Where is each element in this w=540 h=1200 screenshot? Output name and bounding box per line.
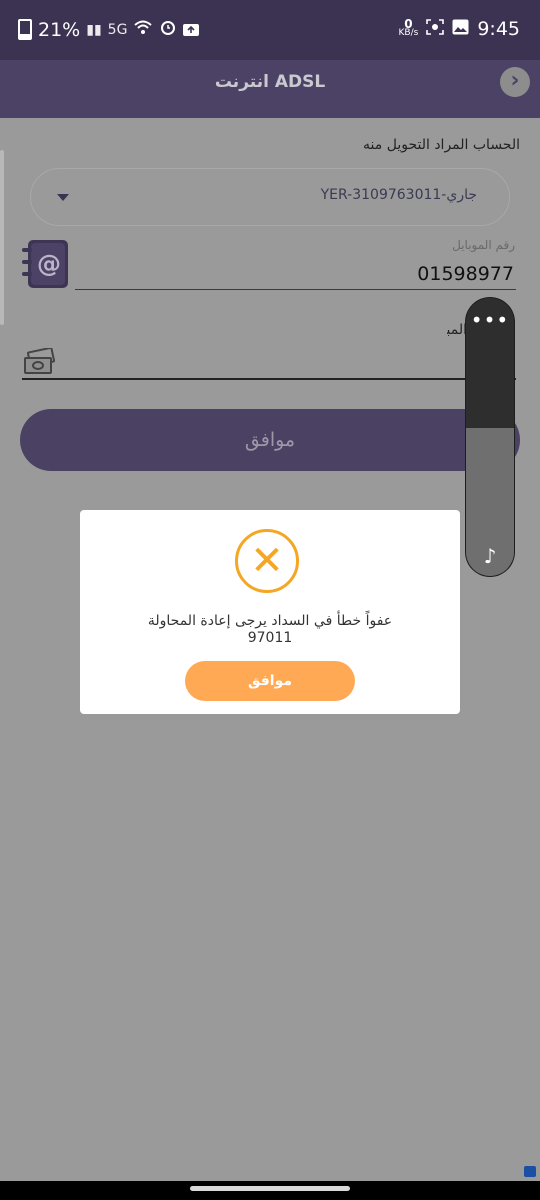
dialog-message: عفواً خطأ في السداد يرجى إعادة المحاولة …	[100, 613, 440, 647]
from-account-label: الحساب المراد التحويل منه	[363, 137, 520, 153]
notification-badge-icon	[524, 1166, 536, 1177]
music-note-icon[interactable]: ♪	[466, 544, 514, 568]
mobile-number-input[interactable]: 01598977	[75, 259, 516, 290]
status-bar: 21% ▮▮ 5G 0 KB/s 9:45	[0, 0, 540, 60]
home-indicator[interactable]	[190, 1186, 350, 1191]
dialog-message-line2: 97011	[247, 630, 293, 646]
network-speed: 0 KB/s	[398, 18, 419, 38]
account-dropdown[interactable]: YER-3109763011-جاري	[30, 168, 510, 226]
app-bar: انترنت ADSL	[0, 60, 540, 118]
submit-button[interactable]: موافق	[20, 409, 520, 471]
account-value: YER-3109763011-جاري	[320, 187, 477, 203]
alarm-icon	[159, 18, 177, 41]
chevron-right-icon: ›	[510, 68, 520, 93]
image-icon	[452, 18, 469, 40]
contacts-book-icon[interactable]: @	[20, 238, 70, 290]
amount-input[interactable]	[22, 378, 516, 380]
network-type: 5G	[107, 21, 128, 38]
signal-icon: ▮▮	[86, 21, 102, 38]
upload-notification-icon	[183, 19, 200, 41]
more-dots-icon[interactable]: •••	[466, 310, 514, 330]
page-title: انترنت ADSL	[214, 72, 326, 92]
network-speed-unit: KB/s	[398, 28, 419, 38]
mobile-label: رقم الموبايل	[452, 238, 515, 252]
dialog-message-line1: عفواً خطأ في السداد يرجى إعادة المحاولة	[147, 613, 393, 629]
amount-label: المبلغ	[447, 322, 467, 338]
dialog-ok-button[interactable]: موافق	[185, 661, 355, 701]
floating-panel[interactable]: ••• ♪	[466, 298, 514, 576]
money-icon	[23, 346, 56, 376]
error-dialog: ✕ عفواً خطأ في السداد يرجى إعادة المحاول…	[80, 510, 460, 714]
error-x-icon: ✕	[235, 529, 299, 593]
screen-record-icon	[426, 18, 445, 40]
dropdown-arrow-icon	[57, 194, 69, 201]
clock-time: 9:45	[477, 18, 520, 40]
wifi-icon	[133, 18, 153, 41]
battery-icon	[18, 19, 32, 40]
back-button[interactable]: ›	[500, 67, 530, 97]
battery-level: 21%	[38, 18, 81, 41]
svg-text:@: @	[37, 250, 61, 278]
edge-handle[interactable]	[0, 150, 4, 325]
